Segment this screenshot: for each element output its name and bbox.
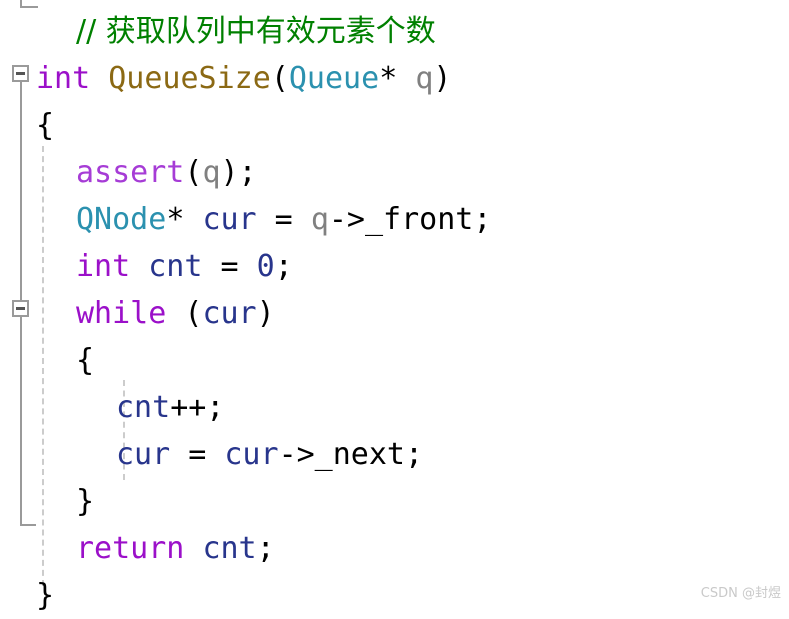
code-token-plain: { <box>76 343 95 378</box>
code-token-macro: assert <box>76 155 185 190</box>
code-token-plain: } <box>76 484 95 519</box>
fold-bar-while <box>20 322 22 482</box>
fold-region-corner-outer <box>20 510 36 526</box>
code-token-plain: } <box>36 578 55 613</box>
code-token-func: QueueSize <box>108 61 271 96</box>
code-token-plain: ->_next; <box>278 437 424 472</box>
code-token-ident: cur <box>116 437 171 472</box>
code-token-ident: cnt <box>202 531 257 566</box>
code-line[interactable]: QNode* cur = q->_front; <box>76 196 491 243</box>
code-token-ident: cur <box>202 296 257 331</box>
code-token-plain: ( <box>166 296 203 331</box>
code-line[interactable]: { <box>76 337 94 384</box>
fold-region-corner-top <box>20 0 38 8</box>
code-line[interactable]: } <box>36 572 54 619</box>
fold-toggle-function[interactable] <box>12 65 29 82</box>
code-token-plain: { <box>36 108 55 143</box>
code-line[interactable]: // 获取队列中有效元素个数 <box>76 8 436 55</box>
code-token-ident: cur <box>224 437 279 472</box>
code-line[interactable]: { <box>36 102 54 149</box>
code-token-plain: * <box>379 61 416 96</box>
code-token-plain: = <box>256 202 311 237</box>
code-token-comment: // 获取队列中有效元素个数 <box>76 14 436 49</box>
code-line[interactable]: int QueueSize(Queue* q) <box>36 55 451 102</box>
code-token-plain: ++; <box>170 390 225 425</box>
code-token-param: q <box>415 61 434 96</box>
code-token-plain: ) <box>433 61 452 96</box>
code-line[interactable]: int cnt = 0; <box>76 243 293 290</box>
code-token-ident: cnt <box>148 249 203 284</box>
code-token-plain: ; <box>256 531 275 566</box>
code-token-keyword: while <box>76 296 167 331</box>
code-token-plain: ; <box>274 249 293 284</box>
fold-toggle-while[interactable] <box>12 300 29 317</box>
indent-guide-level-1 <box>42 146 44 586</box>
code-token-plain: = <box>202 249 257 284</box>
code-token-plain: * <box>166 202 203 237</box>
code-line[interactable]: cnt++; <box>116 384 224 431</box>
code-token-type: Queue <box>288 61 380 96</box>
code-token-plain: ); <box>220 155 257 190</box>
code-token-keyword: int <box>36 61 91 96</box>
csdn-watermark: CSDN @封煜 <box>700 586 781 601</box>
code-token-keyword: int <box>76 249 131 284</box>
code-token-param: q <box>202 155 221 190</box>
code-line[interactable]: return cnt; <box>76 525 275 572</box>
code-token-plain: ( <box>270 61 289 96</box>
code-editor-surface[interactable]: // 获取队列中有效元素个数 int QueueSize(Queue* q){as… <box>0 0 789 613</box>
code-line[interactable]: cur = cur->_next; <box>116 431 423 478</box>
code-token-param: q <box>310 202 329 237</box>
code-token-keyword: return <box>76 531 185 566</box>
code-line[interactable]: } <box>76 478 94 525</box>
code-token-plain: ( <box>184 155 203 190</box>
code-token-plain: ) <box>256 296 275 331</box>
code-line[interactable]: assert(q); <box>76 149 257 196</box>
code-token-plain: ->_front; <box>328 202 492 237</box>
code-token-ident: cnt <box>116 390 171 425</box>
code-token-ident: cur <box>202 202 257 237</box>
code-token-type: QNode <box>76 202 167 237</box>
code-line[interactable]: while (cur) <box>76 290 275 337</box>
code-token-num: 0 <box>256 249 275 284</box>
code-token-plain: = <box>170 437 225 472</box>
